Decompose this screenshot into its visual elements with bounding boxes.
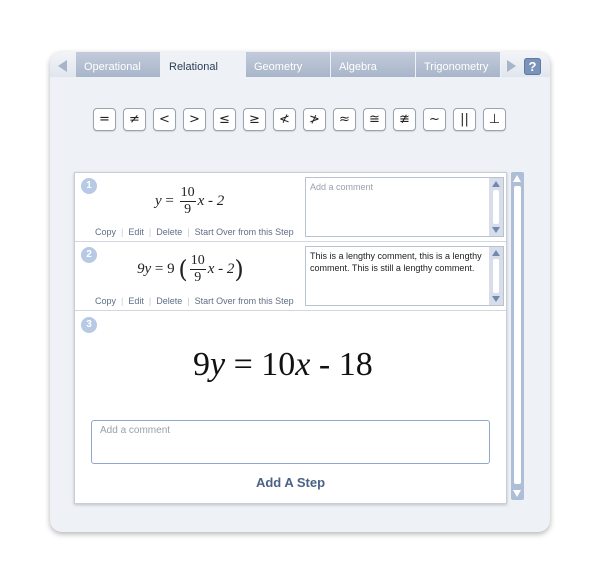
symbol-not-greater-button[interactable]: ≯ bbox=[303, 108, 326, 131]
tab-algebra[interactable]: Algebra bbox=[331, 52, 416, 77]
scroll-up-arrow-icon[interactable] bbox=[513, 175, 521, 182]
edit-link[interactable]: Edit bbox=[128, 227, 144, 237]
eq-term: = 9 bbox=[154, 260, 175, 277]
eq-term: y bbox=[210, 346, 226, 383]
new-comment-field[interactable]: Add a comment bbox=[91, 420, 490, 464]
scroll-down-arrow-icon[interactable] bbox=[492, 296, 500, 302]
eq-term: y bbox=[155, 192, 162, 209]
tabs-prev-arrow-icon[interactable] bbox=[58, 60, 67, 72]
step-2-comment-field[interactable]: This is a lengthy comment, this is a len… bbox=[305, 246, 504, 306]
open-paren: ( bbox=[178, 255, 188, 284]
fraction-numerator: 10 bbox=[189, 253, 206, 270]
symbol-not-equal-button[interactable]: ≠ bbox=[123, 108, 146, 131]
step-number-badge: 2 bbox=[81, 247, 97, 263]
eq-term: = bbox=[165, 192, 174, 209]
comment-scrollbar[interactable] bbox=[489, 178, 503, 236]
divider: | bbox=[148, 296, 152, 306]
step-1-comment-field[interactable]: Add a comment bbox=[305, 177, 504, 237]
symbol-less-equal-button[interactable]: ≤ bbox=[213, 108, 236, 131]
divider: | bbox=[148, 227, 152, 237]
comment-scrollbar[interactable] bbox=[489, 247, 503, 305]
step-1-equation: y = 10 9 x - 2 bbox=[155, 186, 224, 217]
symbol-congruent-button[interactable]: ≅ bbox=[363, 108, 386, 131]
divider: | bbox=[187, 296, 190, 306]
fraction-numerator: 10 bbox=[179, 185, 196, 202]
symbol-greater-than-button[interactable]: > bbox=[183, 108, 206, 131]
symbol-less-than-button[interactable]: < bbox=[153, 108, 176, 131]
eq-term: - 18 bbox=[318, 346, 373, 383]
eq-term: 10 bbox=[261, 346, 296, 383]
fraction: 10 9 bbox=[179, 185, 196, 217]
eq-term: x - 2 bbox=[197, 192, 225, 209]
eq-term: = bbox=[233, 346, 253, 383]
close-paren: ) bbox=[234, 255, 244, 284]
copy-link[interactable]: Copy bbox=[95, 227, 116, 237]
scroll-down-arrow-icon[interactable] bbox=[492, 227, 500, 233]
symbol-greater-equal-button[interactable]: ≥ bbox=[243, 108, 266, 131]
tab-operational[interactable]: Operational bbox=[76, 52, 161, 77]
symbol-not-less-button[interactable]: ≮ bbox=[273, 108, 296, 131]
divider: | bbox=[121, 227, 124, 237]
comment-placeholder: Add a comment bbox=[310, 182, 374, 192]
help-button[interactable]: ? bbox=[524, 58, 541, 75]
comment-text: This is a lengthy comment, this is a len… bbox=[310, 251, 482, 273]
scroll-up-arrow-icon[interactable] bbox=[492, 181, 500, 187]
step-2: 2 9y = 9 (10 9 x - 2) Copy | Edit | Delete | Sta… bbox=[75, 242, 506, 311]
eq-term: 9y bbox=[137, 260, 152, 277]
symbol-not-congruent-button[interactable]: ≇ bbox=[393, 108, 416, 131]
tab-relational[interactable]: Relational bbox=[161, 52, 246, 77]
step-number-badge: 1 bbox=[81, 178, 97, 194]
step-2-equation: 9y = 9 (10 9 x - 2) bbox=[137, 254, 244, 285]
fraction-denominator: 9 bbox=[184, 202, 192, 217]
step-number-badge: 3 bbox=[81, 317, 97, 333]
start-over-link[interactable]: Start Over from this Step bbox=[195, 227, 294, 237]
symbol-equal-button[interactable]: = bbox=[93, 108, 116, 131]
tab-geometry[interactable]: Geometry bbox=[246, 52, 331, 77]
scroll-thumb[interactable] bbox=[493, 259, 499, 293]
symbol-similar-button[interactable]: ~ bbox=[423, 108, 446, 131]
scroll-up-arrow-icon[interactable] bbox=[492, 250, 500, 256]
delete-link[interactable]: Delete bbox=[156, 296, 182, 306]
tabs-next-arrow-icon[interactable] bbox=[507, 60, 516, 72]
steps-list: 1 y = 10 9 x - 2 Copy | Edit | Delete | Start Ov… bbox=[74, 172, 507, 504]
tab-trigonometry[interactable]: Trigonometry bbox=[416, 52, 501, 77]
step-actions: Copy | Edit | Delete | Start Over from this St… bbox=[95, 227, 294, 237]
delete-link[interactable]: Delete bbox=[156, 227, 182, 237]
symbol-approx-button[interactable]: ≈ bbox=[333, 108, 356, 131]
edit-link[interactable]: Edit bbox=[128, 296, 144, 306]
eq-term: x - 2 bbox=[207, 260, 235, 277]
step-1: 1 y = 10 9 x - 2 Copy | Edit | Delete | Start Ov… bbox=[75, 173, 506, 242]
fraction: 10 9 bbox=[189, 253, 206, 285]
copy-link[interactable]: Copy bbox=[95, 296, 116, 306]
fraction-denominator: 9 bbox=[194, 270, 202, 285]
scroll-thumb[interactable] bbox=[493, 190, 499, 224]
divider: | bbox=[187, 227, 190, 237]
step-3-equation: 9y = 10x - 18 bbox=[193, 346, 373, 384]
eq-term: 9 bbox=[193, 346, 210, 383]
equation-editor-panel: Operational Relational Geometry Algebra … bbox=[50, 52, 550, 532]
divider: | bbox=[121, 296, 124, 306]
symbol-perpendicular-button[interactable]: ⊥ bbox=[483, 108, 506, 131]
scroll-down-arrow-icon[interactable] bbox=[513, 490, 521, 497]
step-actions: Copy | Edit | Delete | Start Over from this St… bbox=[95, 296, 294, 306]
steps-scrollbar[interactable] bbox=[511, 172, 524, 500]
eq-term: x bbox=[295, 346, 311, 383]
symbol-parallel-button[interactable]: || bbox=[453, 108, 476, 131]
scroll-thumb[interactable] bbox=[514, 186, 521, 484]
start-over-link[interactable]: Start Over from this Step bbox=[195, 296, 294, 306]
add-step-button[interactable]: Add A Step bbox=[75, 475, 506, 490]
comment-placeholder: Add a comment bbox=[100, 425, 171, 436]
